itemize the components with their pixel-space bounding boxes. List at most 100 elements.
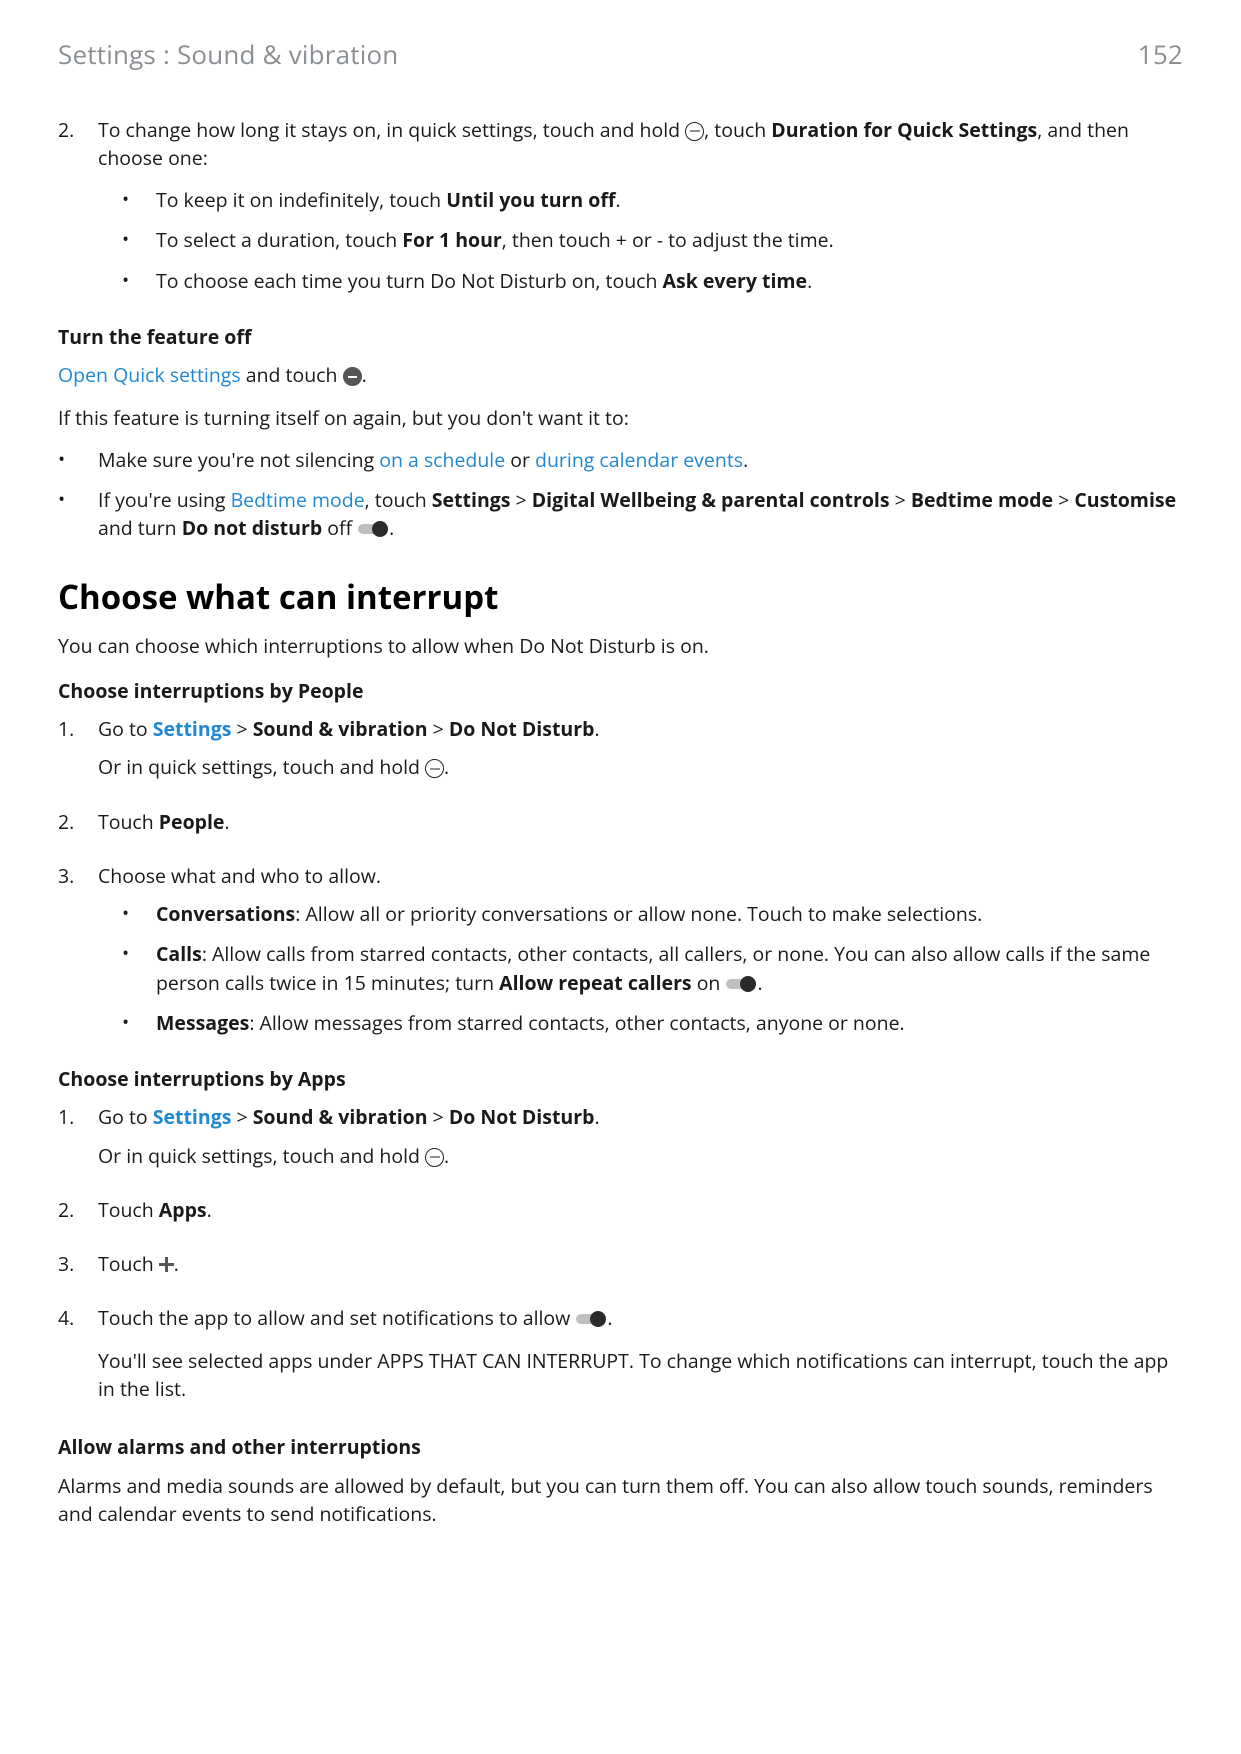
text: Touch <box>98 1196 159 1223</box>
text: . <box>362 361 367 388</box>
text: To select a duration, touch <box>156 226 402 253</box>
link-bedtime-mode[interactable]: Bedtime mode <box>231 486 365 513</box>
bullet-icon: • <box>122 1009 156 1037</box>
text: > <box>428 715 449 742</box>
bullet-icon: • <box>58 486 98 543</box>
text: Messages: Allow messages from starred co… <box>156 1009 1183 1037</box>
numbered-list-people: 1. Go to Settings > Sound & vibration > … <box>58 715 1183 1049</box>
text: , touch <box>365 486 432 513</box>
paragraph: Touch Apps. <box>98 1196 1183 1224</box>
breadcrumb: Settings : Sound & vibration <box>58 36 398 74</box>
bullet-list: • Make sure you're not silencing on a sc… <box>58 446 1183 543</box>
bold-text: For 1 hour <box>402 226 501 253</box>
subheading: Choose interruptions by Apps <box>58 1065 1183 1093</box>
list-item: 1. Go to Settings > Sound & vibration > … <box>58 715 1183 796</box>
paragraph: Alarms and media sounds are allowed by d… <box>58 1472 1183 1529</box>
bold-text: Do Not Disturb <box>449 715 595 742</box>
bold-text: Settings <box>153 1103 232 1130</box>
bold-text: Duration for Quick Settings <box>771 116 1037 143</box>
list-item: • To choose each time you turn Do Not Di… <box>122 267 1183 295</box>
text: and touch <box>241 361 343 388</box>
numbered-list-apps: 1. Go to Settings > Sound & vibration > … <box>58 1103 1183 1417</box>
numbered-list-top: 2. To change how long it stays on, in qu… <box>58 116 1183 307</box>
paragraph: You can choose which interruptions to al… <box>58 632 1183 660</box>
bold-text: Until you turn off <box>446 186 615 213</box>
text: Or in quick settings, touch and hold <box>98 753 425 780</box>
text: on <box>692 969 726 996</box>
list-item: • Calls: Allow calls from starred contac… <box>122 940 1183 997</box>
text: . <box>615 186 620 213</box>
list-number: 1. <box>58 1103 98 1184</box>
list-item: • Messages: Allow messages from starred … <box>122 1009 1183 1037</box>
list-item: 2. Touch Apps. <box>58 1196 1183 1238</box>
bold-text: Settings <box>432 486 511 513</box>
list-number: 2. <box>58 808 98 850</box>
text: . <box>594 1103 599 1130</box>
text: To keep it on indefinitely, touch <box>156 186 446 213</box>
do-not-disturb-filled-icon <box>343 367 362 386</box>
paragraph: Touch . <box>98 1250 1183 1278</box>
text: Make sure you're not silencing <box>98 446 379 473</box>
list-item: 2. Touch People. <box>58 808 1183 850</box>
do-not-disturb-icon <box>425 759 444 778</box>
paragraph: Touch the app to allow and set notificat… <box>98 1304 1183 1332</box>
bold-text: People <box>159 808 225 835</box>
paragraph: Or in quick settings, touch and hold . <box>98 1142 1183 1170</box>
link-on-a-schedule[interactable]: on a schedule <box>379 446 505 473</box>
toggle-on-icon <box>576 1311 606 1327</box>
bullet-icon: • <box>122 226 156 254</box>
list-item: • Make sure you're not silencing on a sc… <box>58 446 1183 474</box>
text: To select a duration, touch For 1 hour, … <box>156 226 1183 254</box>
document-page: Settings : Sound & vibration 152 2. To c… <box>0 0 1241 1754</box>
text: Touch <box>98 808 159 835</box>
paragraph: To change how long it stays on, in quick… <box>98 116 1183 173</box>
bullet-icon: • <box>58 446 98 474</box>
link-settings[interactable]: Settings <box>153 715 232 742</box>
bold-text: Ask every time <box>663 267 808 294</box>
page-number: 152 <box>1138 36 1183 74</box>
link-during-calendar-events[interactable]: during calendar events <box>535 446 743 473</box>
text: , touch <box>704 116 771 143</box>
link-settings[interactable]: Settings <box>153 1103 232 1130</box>
text: > <box>428 1103 449 1130</box>
text: Calls: Allow calls from starred contacts… <box>156 940 1183 997</box>
text: Make sure you're not silencing on a sche… <box>98 446 1183 474</box>
text: . <box>224 808 229 835</box>
bold-text: Sound & vibration <box>253 715 428 742</box>
bullet-icon: • <box>122 186 156 214</box>
text: : Allow all or priority conversations or… <box>295 900 982 927</box>
subheading: Choose interruptions by People <box>58 677 1183 705</box>
list-item: • If you're using Bedtime mode, touch Se… <box>58 486 1183 543</box>
page-header: Settings : Sound & vibration 152 <box>58 36 1183 74</box>
bullet-icon: • <box>122 267 156 295</box>
list-item: • Conversations: Allow all or priority c… <box>122 900 1183 928</box>
text: off <box>322 514 357 541</box>
text: Touch <box>98 1250 159 1277</box>
text: Go to <box>98 1103 153 1130</box>
heading-choose-what-can-interrupt: Choose what can interrupt <box>58 573 1183 621</box>
list-item: 4. Touch the app to allow and set notifi… <box>58 1304 1183 1417</box>
bold-text: Settings <box>153 715 232 742</box>
bold-text: Allow repeat callers <box>499 969 692 996</box>
bullet-icon: • <box>122 940 156 997</box>
paragraph: Touch People. <box>98 808 1183 836</box>
text: To keep it on indefinitely, touch Until … <box>156 186 1183 214</box>
bullet-list: • To keep it on indefinitely, touch Unti… <box>98 186 1183 295</box>
text: and turn <box>98 514 182 541</box>
link-open-quick-settings[interactable]: Open Quick settings <box>58 361 241 388</box>
list-number: 2. <box>58 116 98 307</box>
list-number: 3. <box>58 862 98 1049</box>
text: : Allow messages from starred contacts, … <box>249 1009 904 1036</box>
text: . <box>444 1142 449 1169</box>
paragraph: Or in quick settings, touch and hold . <box>98 753 1183 781</box>
paragraph: Choose what and who to allow. <box>98 862 1183 890</box>
text: To change how long it stays on, in quick… <box>98 116 685 143</box>
text: > <box>231 715 252 742</box>
bold-text: Sound & vibration <box>253 1103 428 1130</box>
do-not-disturb-icon <box>685 122 704 141</box>
text: . <box>807 267 812 294</box>
list-number: 2. <box>58 1196 98 1238</box>
list-item: • To select a duration, touch For 1 hour… <box>122 226 1183 254</box>
text: . <box>174 1250 179 1277</box>
bold-text: Digital Wellbeing & parental controls <box>532 486 890 513</box>
